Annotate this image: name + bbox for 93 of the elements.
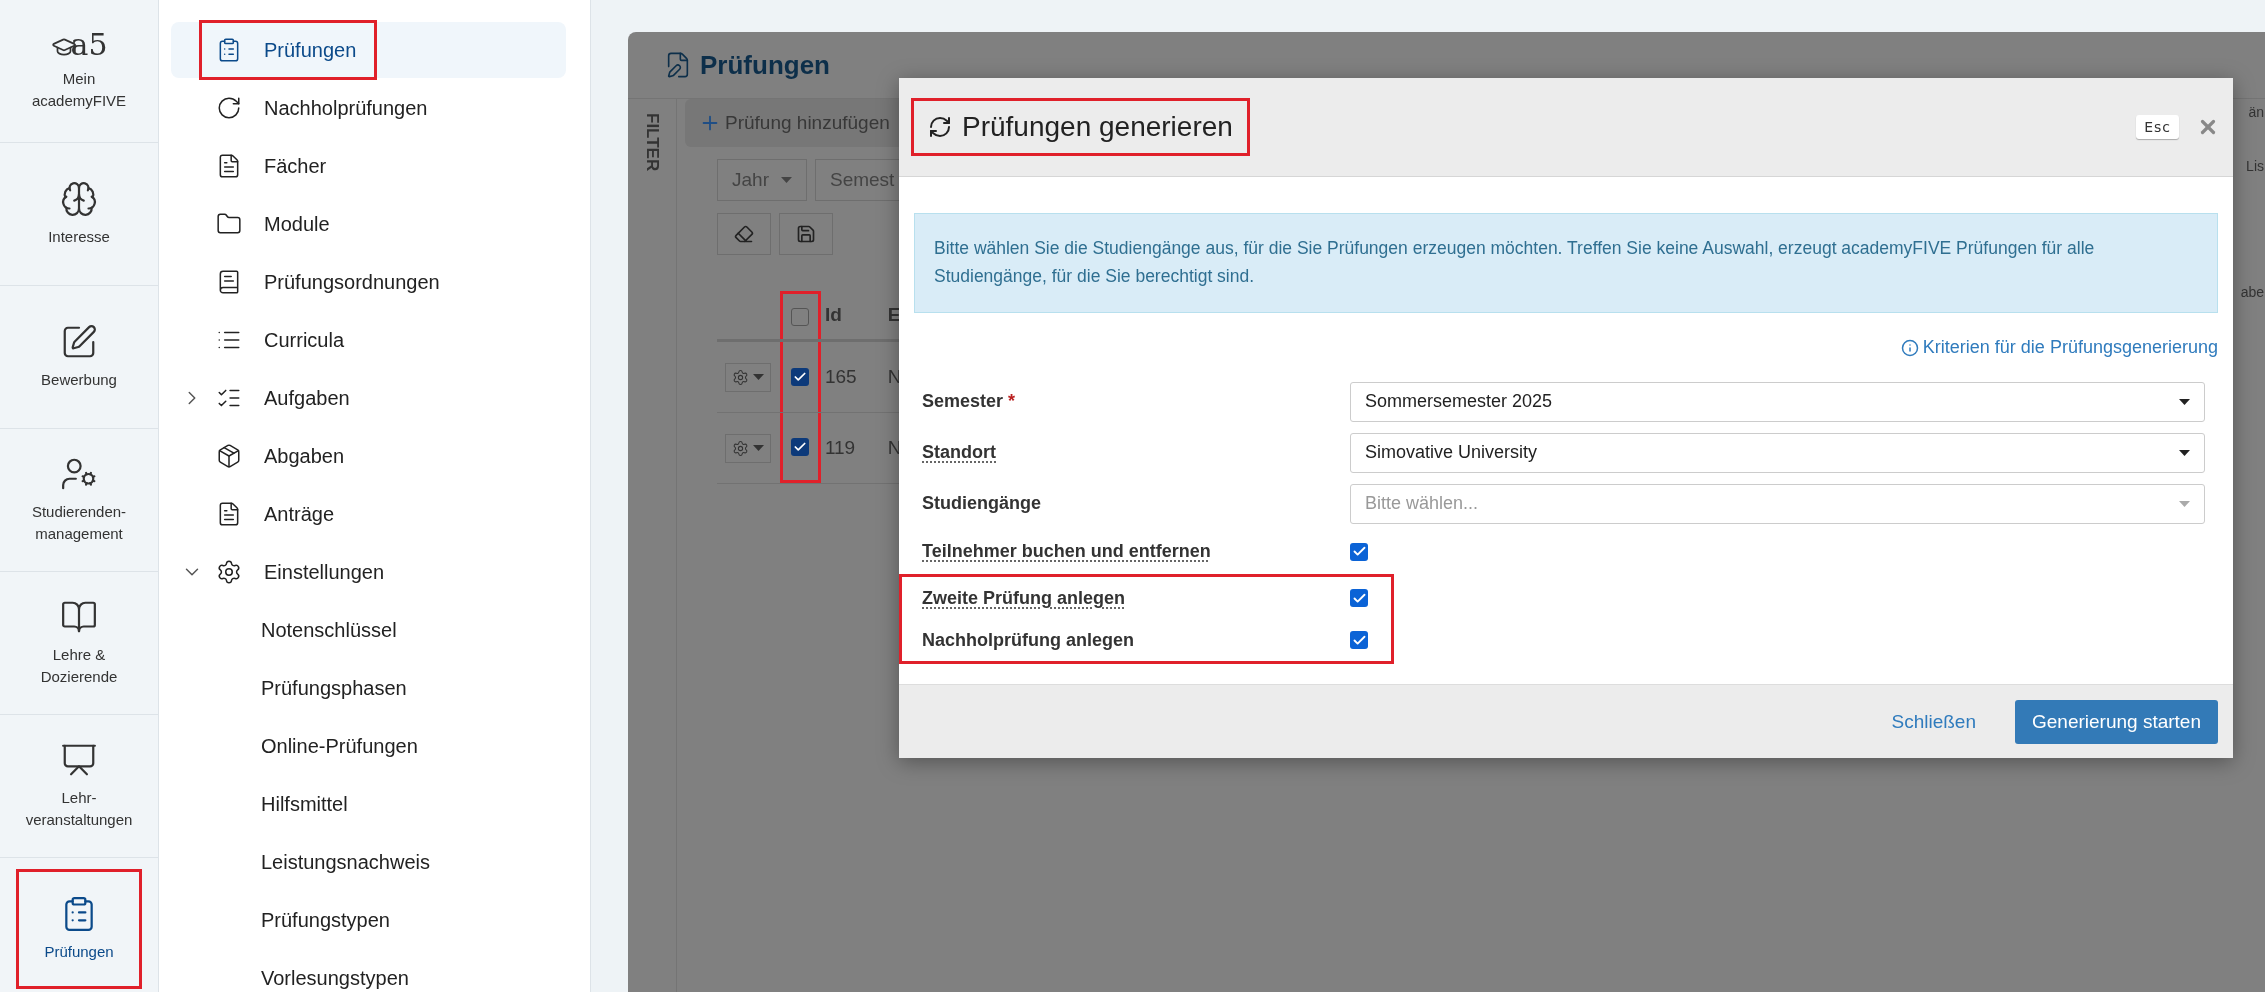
esc-key: Esc [2136, 115, 2179, 139]
checkbox[interactable] [1350, 589, 1368, 607]
caret-icon [2179, 398, 2190, 405]
caret-icon [780, 177, 792, 183]
field-label: Studiengänge [922, 493, 1042, 514]
save-button[interactable] [779, 213, 833, 255]
field-label: Nachholprüfung anlegen [922, 629, 1135, 651]
refresh-icon [928, 115, 952, 139]
close-link-button[interactable]: Schließen [1874, 699, 1993, 744]
settings-icon [216, 559, 242, 585]
partial-text: Lis [2246, 158, 2264, 174]
save-icon [796, 224, 816, 244]
sidebar-item[interactable]: Curricula [171, 312, 566, 368]
sidebar-label: Abgaben [264, 444, 345, 468]
sidebar-item[interactable]: Abgaben [171, 428, 566, 484]
sidebar-item[interactable]: Prüfungen [171, 22, 566, 78]
rail-label: Bewerbung [41, 370, 117, 391]
sidebar-subitem[interactable]: Prüfungsphasen [171, 660, 566, 716]
sidebar-label: Nachholprüfungen [264, 96, 428, 120]
field-label: Standort [922, 442, 997, 463]
field-label: Teilnehmer buchen und entfernen [922, 541, 1212, 562]
partial-text: abe [2240, 284, 2264, 300]
rail-item[interactable]: Bewerbung [16, 297, 142, 417]
brain-icon [60, 180, 98, 219]
rail-label: Studierenden- management [31, 502, 127, 544]
caret-icon [2179, 449, 2190, 456]
checkbox[interactable] [791, 368, 810, 386]
eraser-button[interactable] [717, 213, 771, 255]
rail-item[interactable]: Lehr- veranstaltungen [16, 726, 142, 846]
sidebar-item[interactable]: Aufgaben [171, 370, 566, 426]
rail-label: Prüfungen [44, 942, 114, 963]
rail-label: Lehre & Dozierende [40, 645, 118, 687]
gear-icon [732, 439, 750, 457]
partial-text: än [2248, 104, 2264, 120]
sidebar-label: Einstellungen [264, 560, 385, 584]
sidebar-item[interactable]: Anträge [171, 486, 566, 542]
eraser-icon [734, 224, 754, 244]
sidebar-item[interactable]: Prüfungsordnungen [171, 254, 566, 310]
select-field[interactable]: Sommersemester 2025 [1350, 381, 2205, 422]
sidebar-item[interactable]: Einstellungen [171, 544, 566, 600]
check-icon [1351, 544, 1367, 559]
checkbox[interactable] [1350, 631, 1368, 649]
sidebar-subitem[interactable]: Online-Prüfungen [171, 718, 566, 774]
package-icon [216, 443, 242, 469]
field-label: Semester * [922, 391, 1017, 412]
row-actions-button[interactable] [725, 362, 772, 392]
sidebar-label: Aufgaben [264, 386, 350, 410]
rotate-icon [216, 95, 242, 121]
field-label: Zweite Prüfung anlegen [922, 587, 1127, 609]
sidebar-subitem[interactable]: Vorlesungstypen [171, 950, 566, 992]
table-cell-text: 119 [823, 437, 857, 459]
row-actions-button[interactable] [725, 433, 772, 463]
rail-item[interactable]: Studierenden- management [16, 440, 142, 560]
checkbox[interactable] [791, 437, 810, 456]
sidebar-item[interactable]: Module [171, 196, 566, 252]
sidebar-subitem[interactable]: Notenschlüssel [171, 602, 566, 658]
logo: a5 [50, 30, 108, 61]
rail-label: Interesse [48, 227, 110, 248]
sidebar-label: Prüfungen [264, 38, 357, 62]
check-icon [793, 370, 808, 384]
caret-icon [753, 445, 765, 451]
rail-item[interactable]: Lehre & Dozierende [16, 583, 142, 703]
caret-icon [753, 374, 765, 380]
rail-item[interactable]: Interesse [16, 154, 142, 274]
checkbox[interactable] [791, 307, 810, 326]
table-cell-text: 165 [823, 366, 858, 388]
caret-icon [2179, 500, 2190, 507]
rail-label: Mein academyFIVE [31, 69, 127, 111]
page-title: Prüfungen [700, 49, 830, 81]
sidebar-label: Fächer [264, 154, 327, 178]
column-header: Id [823, 304, 843, 326]
info-message: Bitte wählen Sie die Studiengänge aus, für die Sie Prüfungen erzeugen möchten. Treffen Sie keine Auswahl, erzeugt academyFIVE Prüfungen für alle Studiengänge, für die Sie berechtigt sind. [914, 213, 2218, 313]
sidebar-subitem[interactable]: Prüfungstypen [171, 892, 566, 948]
dialog-title-text: Prüfungen generieren [962, 111, 1233, 143]
sidebar-label: Curricula [264, 328, 345, 352]
sidebar-item[interactable]: Nachholprüfungen [171, 80, 566, 136]
rail-item[interactable]: Prüfungen [16, 869, 142, 989]
info-icon [1900, 338, 1919, 357]
sidebar-label: Prüfungsordnungen [264, 270, 440, 294]
sidebar-subitem[interactable]: Hilfsmittel [171, 776, 566, 832]
rail-label: Lehr- veranstaltungen [25, 788, 133, 830]
checkbox[interactable] [1350, 542, 1368, 561]
sidebar-item[interactable]: Fächer [171, 138, 566, 194]
select-field[interactable]: Simovative University [1350, 432, 2205, 473]
gear-icon [732, 368, 750, 386]
criteria-link[interactable]: Kriterien für die Prüfungsgenerierung [1900, 337, 2218, 358]
sidebar-subitem[interactable]: Leistungsnachweis [171, 834, 566, 890]
sidebar-label: Module [264, 212, 330, 236]
sidebar-label: Anträge [264, 502, 335, 526]
rail-item[interactable]: a5 Mein academyFIVE [16, 11, 142, 131]
column-header: E [886, 304, 902, 326]
required-mark: * [1008, 391, 1016, 411]
start-button[interactable]: Generierung starten [2015, 699, 2218, 744]
